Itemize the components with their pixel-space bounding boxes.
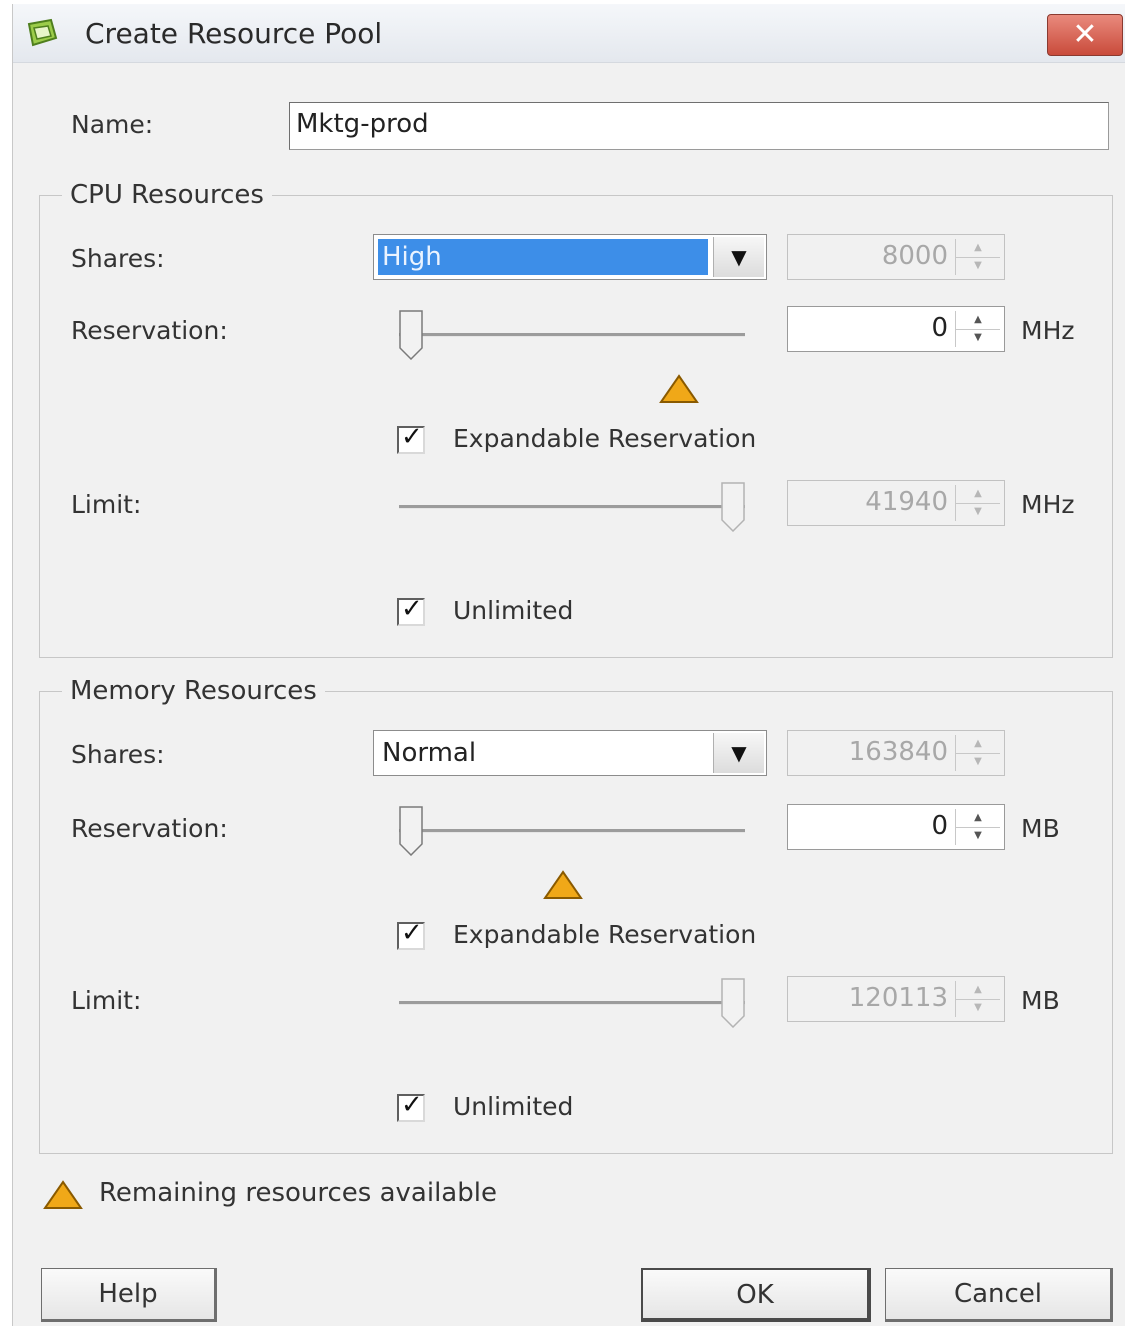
slider-thumb[interactable]: [399, 806, 423, 856]
checkmark-icon: ✓: [401, 422, 423, 452]
spin-up-icon: ▲: [956, 735, 1000, 754]
cpu-limit-spinner: 41940 ▲ ▼: [787, 480, 1005, 526]
spinner-buttons[interactable]: ▲ ▼: [955, 809, 1000, 845]
cpu-limit-slider: [399, 478, 745, 538]
cpu-reservation-spinner[interactable]: 0 ▲ ▼: [787, 306, 1005, 352]
spin-down-icon: ▼: [974, 260, 982, 271]
memory-reservation-value: 0: [931, 811, 948, 841]
resource-pool-icon: [27, 18, 58, 47]
checkmark-icon: ✓: [401, 594, 423, 624]
slider-thumb: [721, 978, 745, 1028]
warning-icon: [659, 374, 699, 403]
name-label: Name:: [71, 110, 154, 139]
cpu-unlimited-label: Unlimited: [453, 596, 574, 625]
memory-unlimited-label: Unlimited: [453, 1092, 574, 1121]
cpu-reservation-unit: MHz: [1021, 316, 1075, 345]
cancel-button[interactable]: Cancel: [885, 1268, 1113, 1322]
cpu-reservation-label: Reservation:: [71, 316, 228, 345]
slider-track: [399, 505, 745, 509]
memory-unlimited-checkbox[interactable]: ✓: [397, 1090, 425, 1122]
cpu-limit-value: 41940: [865, 487, 948, 517]
memory-shares-selected: Normal: [382, 738, 477, 768]
window-title: Create Resource Pool: [85, 17, 383, 50]
close-icon: ✕: [1072, 17, 1098, 52]
memory-limit-slider: [399, 974, 745, 1034]
warning-icon: [43, 1180, 83, 1209]
spinner-buttons: ▲ ▼: [955, 485, 1000, 521]
slider-track: [399, 333, 745, 337]
spin-down-icon[interactable]: ▼: [956, 827, 1000, 845]
cpu-shares-value: 8000: [881, 241, 948, 271]
cpu-expandable-label: Expandable Reservation: [453, 424, 757, 453]
slider-track: [399, 829, 745, 833]
spinner-buttons: ▲ ▼: [955, 239, 1000, 275]
cpu-shares-select[interactable]: High ▼: [373, 234, 767, 280]
spin-up-icon: ▲: [956, 981, 1000, 1000]
checkmark-icon: ✓: [401, 1090, 423, 1120]
memory-resources-legend: Memory Resources: [70, 676, 317, 706]
cpu-shares-selected: High: [378, 239, 708, 275]
spin-up-icon[interactable]: ▲: [956, 311, 1000, 330]
memory-shares-spinner: 163840 ▲ ▼: [787, 730, 1005, 776]
memory-limit-label: Limit:: [71, 986, 142, 1015]
spin-up-icon: ▲: [956, 485, 1000, 504]
memory-shares-value: 163840: [848, 737, 948, 767]
cpu-reservation-slider[interactable]: [399, 306, 745, 366]
memory-expandable-label: Expandable Reservation: [453, 920, 757, 949]
remaining-resources-text: Remaining resources available: [99, 1178, 497, 1208]
memory-reservation-label: Reservation:: [71, 814, 228, 843]
spinner-buttons: ▲ ▼: [955, 735, 1000, 771]
cpu-reservation-value: 0: [931, 313, 948, 343]
chevron-down-icon[interactable]: ▼: [713, 733, 764, 773]
spin-up-icon[interactable]: ▲: [956, 809, 1000, 828]
spinner-buttons: ▲ ▼: [955, 981, 1000, 1017]
cpu-expandable-checkbox[interactable]: ✓: [397, 422, 425, 454]
slider-thumb[interactable]: [399, 310, 423, 360]
memory-reservation-slider[interactable]: [399, 802, 745, 862]
spin-down-icon: ▼: [974, 756, 982, 767]
memory-shares-label: Shares:: [71, 740, 165, 769]
memory-reservation-spinner[interactable]: 0 ▲ ▼: [787, 804, 1005, 850]
name-input-value: Mktg-prod: [296, 109, 429, 139]
memory-limit-spinner: 120113 ▲ ▼: [787, 976, 1005, 1022]
chevron-down-icon[interactable]: ▼: [713, 237, 764, 277]
warning-icon: [543, 870, 583, 899]
title-bar: Create Resource Pool ✕: [13, 4, 1125, 63]
create-resource-pool-dialog: Create Resource Pool ✕ Name: Mktg-prod C…: [12, 4, 1125, 1326]
cpu-resources-legend: CPU Resources: [70, 180, 264, 210]
memory-expandable-checkbox[interactable]: ✓: [397, 918, 425, 950]
ok-button[interactable]: OK: [641, 1268, 871, 1322]
spin-down-icon: ▼: [974, 506, 982, 517]
cpu-shares-label: Shares:: [71, 244, 165, 273]
close-button[interactable]: ✕: [1047, 14, 1123, 56]
checkmark-icon: ✓: [401, 918, 423, 948]
spinner-buttons[interactable]: ▲ ▼: [955, 311, 1000, 347]
cpu-limit-unit: MHz: [1021, 490, 1075, 519]
spin-down-icon[interactable]: ▼: [956, 329, 1000, 347]
cpu-shares-spinner: 8000 ▲ ▼: [787, 234, 1005, 280]
help-button[interactable]: Help: [41, 1268, 217, 1322]
slider-track: [399, 1001, 745, 1005]
spin-up-icon: ▲: [956, 239, 1000, 258]
slider-thumb: [721, 482, 745, 532]
memory-limit-value: 120113: [848, 983, 948, 1013]
cpu-unlimited-checkbox[interactable]: ✓: [397, 594, 425, 626]
cpu-limit-label: Limit:: [71, 490, 142, 519]
memory-limit-unit: MB: [1021, 986, 1060, 1015]
name-input[interactable]: Mktg-prod: [289, 102, 1109, 150]
spin-down-icon: ▼: [974, 1002, 982, 1013]
memory-reservation-unit: MB: [1021, 814, 1060, 843]
memory-shares-select[interactable]: Normal ▼: [373, 730, 767, 776]
